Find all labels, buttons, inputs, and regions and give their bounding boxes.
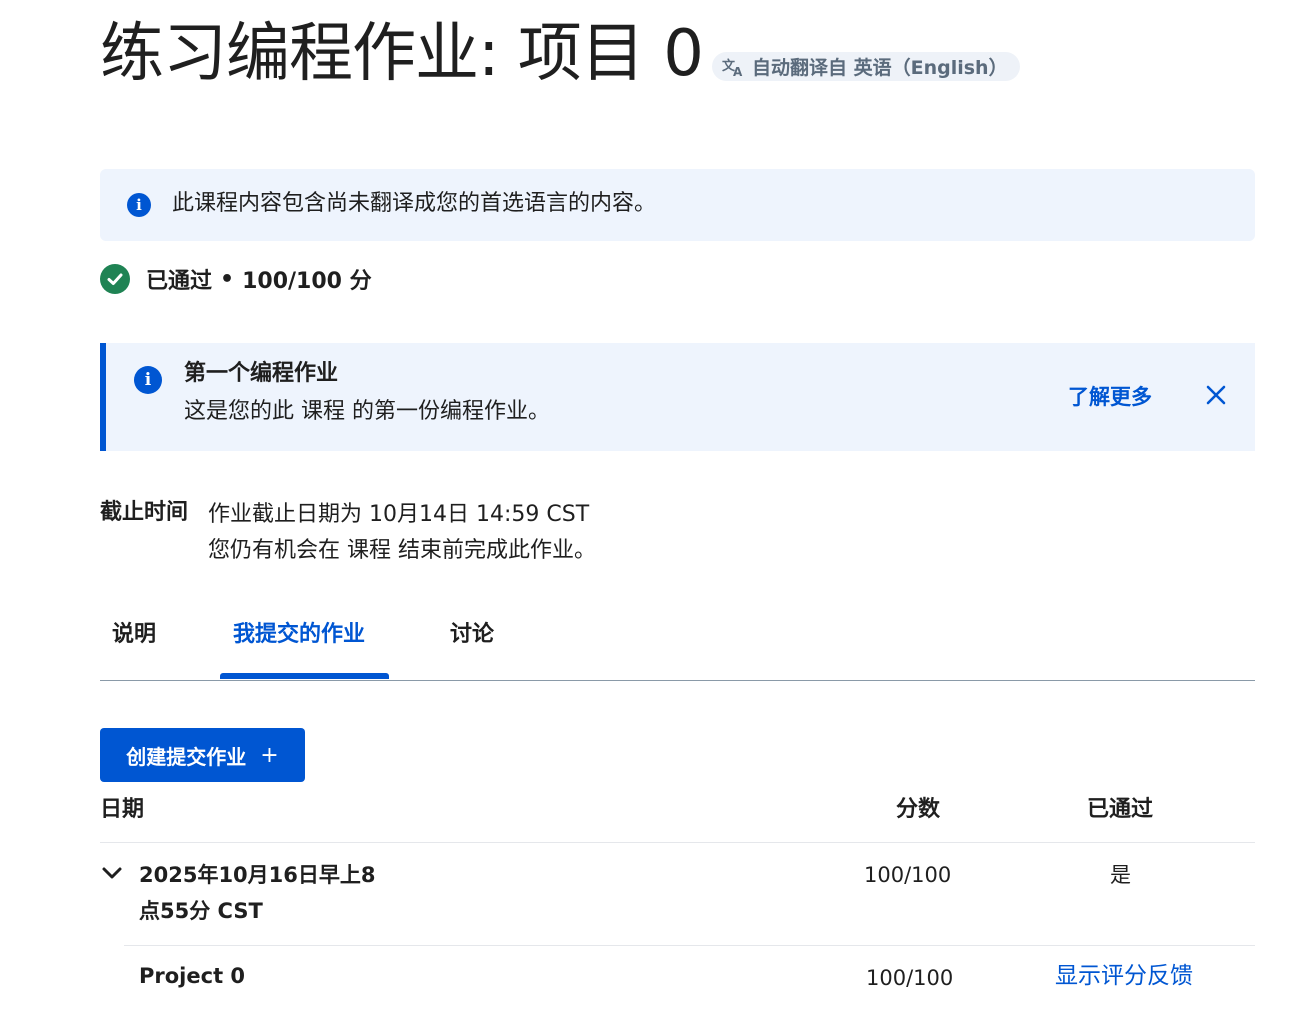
page-title: 练习编程作业: 项目 0	[100, 17, 704, 91]
check-circle-icon	[100, 264, 130, 294]
banner-title: 第一个编程作业	[184, 361, 339, 386]
create-submission-label: 创建提交作业	[126, 744, 247, 769]
status-score: 100/100 分	[242, 269, 372, 294]
tab-my-submissions[interactable]: 我提交的作业	[233, 618, 365, 652]
create-submission-button[interactable]: 创建提交作业 +	[100, 728, 305, 782]
deadline-note-text: 您仍有机会在 课程 结束前完成此作业。	[208, 538, 596, 563]
translation-chip[interactable]: 文 A 自动翻译自 英语（English）	[712, 52, 1020, 81]
status-label: 已通过	[146, 269, 213, 294]
tab-bar: 说明 我提交的作业 讨论	[100, 612, 1255, 681]
tab-instructions[interactable]: 说明	[112, 618, 156, 652]
first-assignment-banner: i 第一个编程作业 这是您的此 课程 的第一份编程作业。 了解更多	[100, 343, 1255, 451]
translation-chip-label: 自动翻译自 英语（English）	[752, 57, 1008, 79]
column-header-score: 分数	[896, 797, 941, 822]
submission-date-line2: 点55分 CST	[139, 899, 263, 923]
info-icon: i	[134, 366, 162, 394]
untranslated-notice-message: 此课程内容包含尚未翻译成您的首选语言的内容。	[172, 191, 657, 216]
learn-more-link[interactable]: 了解更多	[1068, 381, 1152, 411]
untranslated-notice-banner: i 此课程内容包含尚未翻译成您的首选语言的内容。	[100, 169, 1255, 241]
submission-item-score: 100/100	[866, 966, 954, 990]
svg-text:A: A	[733, 65, 743, 77]
column-header-passed: 已通过	[1087, 797, 1154, 822]
submission-date-line1: 2025年10月16日早上8	[139, 863, 376, 887]
submission-item-name: Project 0	[139, 964, 246, 988]
active-tab-indicator	[220, 673, 389, 679]
chevron-down-icon[interactable]	[101, 862, 123, 884]
deadline-date-text: 作业截止日期为 10月14日 14:59 CST	[208, 502, 590, 527]
submission-passed: 是	[1110, 863, 1131, 887]
submission-score: 100/100	[864, 863, 952, 887]
assignment-status: 已通过 • 100/100 分	[100, 263, 372, 295]
show-grade-feedback-link[interactable]: 显示评分反馈	[1055, 961, 1193, 991]
column-header-date: 日期	[100, 797, 145, 822]
row-divider	[124, 945, 1255, 946]
deadline-label: 截止时间	[100, 500, 189, 525]
close-icon[interactable]	[1204, 383, 1228, 407]
info-icon: i	[127, 193, 151, 217]
plus-icon: +	[260, 742, 279, 768]
status-separator: •	[220, 266, 235, 292]
table-divider	[100, 842, 1255, 843]
tab-discussions[interactable]: 讨论	[450, 618, 494, 652]
translate-icon: 文 A	[722, 57, 744, 77]
banner-text: 这是您的此 课程 的第一份编程作业。	[184, 399, 550, 424]
